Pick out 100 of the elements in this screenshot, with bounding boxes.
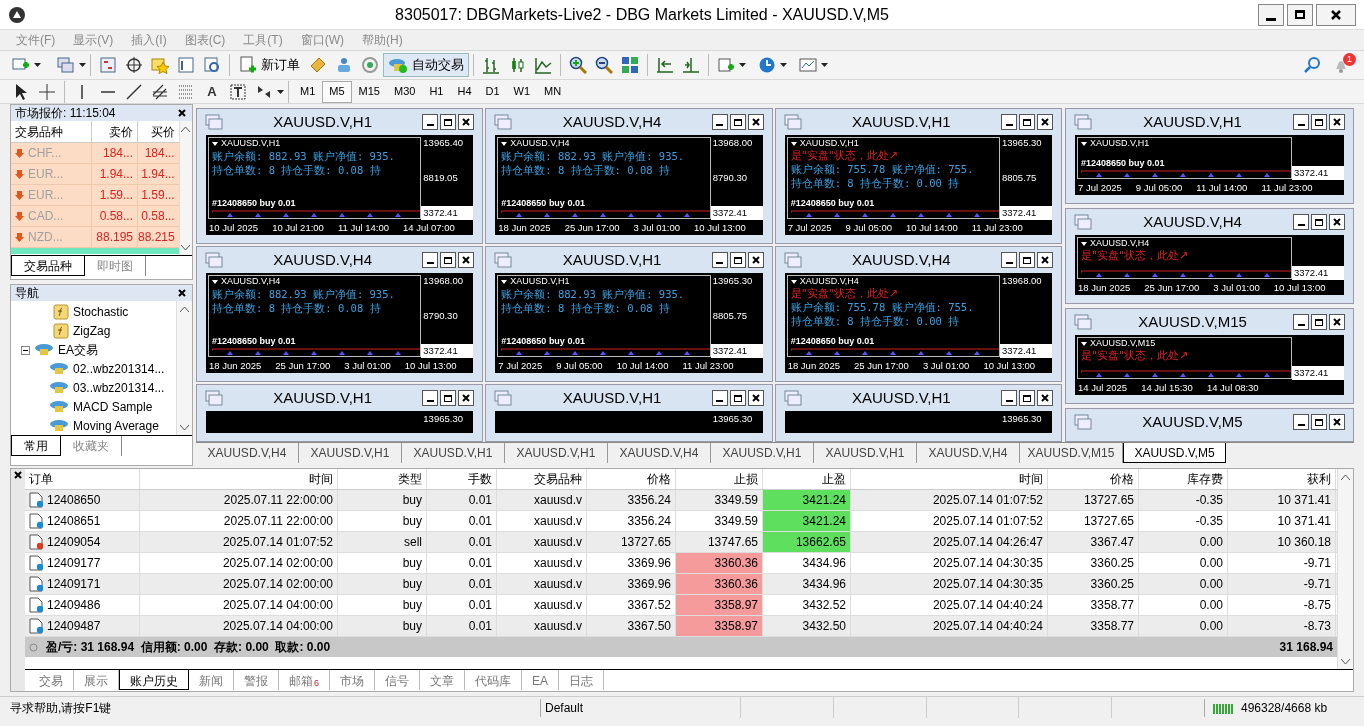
close-button[interactable] <box>1329 314 1345 330</box>
chart-tab[interactable]: XAUUSD.V,H1 <box>505 443 608 463</box>
chart-window[interactable]: XAUUSD.V,H4 XAUUSD.V,H4 是"实盘"状态，此处↗ 账户余额: 755.78 账户净值: 755. 持仓单数: 8 持仓手数: 0.00 持 #12408650 buy 0.01 13968.00 3372.41 18 Jun 2025 25 Jun 17:00 3 Jul 01:00 10 Jul 13:00 <box>774 246 1062 382</box>
order-row[interactable]: 12409054 2025.07.14 01:07:52 sell 0.01 xauusd.v 13727.65 13747.65 13662.65 2025.07.14 04:26:47 3367.47 0.00 10 360.18 <box>25 532 1337 553</box>
maximize-button[interactable] <box>1019 252 1035 268</box>
quote-row[interactable]: CAD... 0.58... 0.58... <box>11 206 179 227</box>
close-button[interactable] <box>747 114 764 130</box>
caret-icon[interactable] <box>821 63 828 67</box>
quote-row[interactable]: NZD... 88.195 88.215 <box>11 227 179 248</box>
chart-tab[interactable]: XAUUSD.V,H4 <box>917 443 1020 463</box>
column-header[interactable]: 手数 <box>427 469 497 489</box>
column-header[interactable]: 止盈 <box>763 469 851 489</box>
column-header[interactable]: 时间 <box>140 469 338 489</box>
chart-window[interactable]: XAUUSD.V,M15 XAUUSD.V,M15 是"实盘"状态，此处↗ 3372.41 14 Jul 2025 14 Jul 15:30 14 Jul 08:30 <box>1065 308 1354 404</box>
timeframe-button[interactable]: M1 <box>293 80 323 103</box>
minimize-button[interactable] <box>711 114 728 130</box>
panel-tab[interactable]: 收藏夹 <box>61 436 122 456</box>
order-row[interactable]: 12409486 2025.07.14 04:00:00 buy 0.01 xauusd.v 3367.52 3358.97 3432.52 2025.07.14 04:40:24 3358.77 0.00 -8.75 <box>25 595 1337 616</box>
terminal-tab[interactable]: 代码库 <box>465 670 522 690</box>
timeframe-button[interactable]: H1 <box>422 80 451 103</box>
caret-icon[interactable] <box>277 89 284 94</box>
maximize-button[interactable] <box>1311 114 1327 130</box>
quote-row[interactable]: CHF... 184... 184... <box>11 143 179 164</box>
toolbar-button[interactable]: 新订单 <box>234 53 305 77</box>
minimize-button[interactable] <box>1001 114 1017 130</box>
order-row[interactable]: 12408651 2025.07.11 22:00:00 buy 0.01 xauusd.v 3356.24 3349.59 3421.24 2025.07.14 01:07:52 13727.65 -0.35 10 371.41 <box>25 511 1337 532</box>
column-header[interactable]: 时间 <box>851 469 1048 489</box>
timeframe-button[interactable]: MN <box>537 80 569 103</box>
terminal-tab[interactable]: 信号 <box>375 670 420 690</box>
chart-tab[interactable]: XAUUSD.V,M5 <box>1123 443 1226 463</box>
chart-tab[interactable]: XAUUSD.V,H4 <box>608 443 711 463</box>
column-header[interactable]: 价格 <box>1048 469 1139 489</box>
terminal-tab[interactable]: 警报 <box>234 670 279 690</box>
maximize-button[interactable] <box>440 114 457 130</box>
chart-tab[interactable]: XAUUSD.V,H1 <box>711 443 814 463</box>
close-button[interactable] <box>1329 114 1345 130</box>
close-button[interactable] <box>1037 252 1053 268</box>
chart-window[interactable]: XAUUSD.V,H4 XAUUSD.V,H4 是"实盘"状态，此处↗ 3372.41 18 Jun 2025 25 Jun 17:00 3 Jul 01:00 10 Jul 13:00 <box>1065 208 1354 304</box>
chart-tab[interactable]: XAUUSD.V,H1 <box>299 443 402 463</box>
maximize-button[interactable] <box>729 390 746 406</box>
column-header[interactable]: 价格 <box>587 469 676 489</box>
tree-item[interactable]: Stochastic <box>11 303 176 322</box>
minimize-button[interactable] <box>422 252 439 268</box>
chart-window[interactable]: XAUUSD.V,H4 XAUUSD.V,H4 账户余额: 882.93 账户净值: 935. 持仓单数: 8 持仓手数: 0.08 持 #12408650 buy 0.01 13968.00 8790.30 3372.41 18 Jun 2025 25 Jun 17:00 3 Jul 01:00 10 Jul 13:00 <box>485 108 773 244</box>
close-button[interactable] <box>458 114 475 130</box>
maximize-button[interactable] <box>1311 414 1327 430</box>
maximize-button[interactable] <box>1311 214 1327 230</box>
column-header[interactable]: 库存费 <box>1139 469 1228 489</box>
toolbar-button[interactable]: 自动交易 <box>383 53 469 77</box>
close-button[interactable] <box>176 107 188 119</box>
timeframe-button[interactable]: M30 <box>386 80 423 103</box>
timeframe-button[interactable]: W1 <box>506 80 538 103</box>
close-button[interactable] <box>458 252 475 268</box>
terminal-tab[interactable]: 文章 <box>420 670 465 690</box>
column-header[interactable]: 交易品种 <box>497 469 587 489</box>
column-header[interactable]: 交易品种 <box>11 121 91 142</box>
quote-row[interactable]: EUR... 1.94... 1.94... <box>11 164 179 185</box>
order-row[interactable]: 12409177 2025.07.14 02:00:00 buy 0.01 xauusd.v 3369.96 3360.36 3434.96 2025.07.14 04:30:35 3360.25 0.00 -9.71 <box>25 553 1337 574</box>
caret-icon[interactable] <box>79 63 86 67</box>
timeframe-button[interactable]: H4 <box>450 80 479 103</box>
tree-item[interactable]: Moving Average <box>11 416 176 435</box>
close-button[interactable] <box>176 287 188 299</box>
chart-window[interactable]: XAUUSD.V,H1 13965.30 <box>485 384 773 442</box>
close-button[interactable] <box>1037 390 1053 406</box>
column-header[interactable]: 卖价 <box>91 121 137 142</box>
order-row[interactable]: 12409487 2025.07.14 04:00:00 buy 0.01 xauusd.v 3367.50 3358.97 3432.50 2025.07.14 04:40:24 3358.77 0.00 -8.73 <box>25 616 1337 637</box>
scrollbar[interactable] <box>176 301 192 435</box>
minimize-button[interactable] <box>711 390 728 406</box>
chart-window[interactable]: XAUUSD.V,H1 13965.30 <box>774 384 1062 442</box>
chart-window[interactable]: XAUUSD.V,M5 <box>1065 408 1354 442</box>
chart-window[interactable]: XAUUSD.V,H1 13965.30 <box>196 384 484 442</box>
column-header[interactable]: 获利 <box>1228 469 1336 489</box>
quote-row[interactable]: EUR... 1.59... 1.59... <box>11 185 179 206</box>
close-button[interactable] <box>1316 3 1356 26</box>
maximize-button[interactable] <box>729 252 746 268</box>
chart-window[interactable]: XAUUSD.V,H1 XAUUSD.V,H1 #12408650 buy 0.01 3372.41 7 Jul 2025 9 Jul 05:00 11 Jul 14:00 11 Jul 23:00 <box>1065 108 1354 204</box>
chart-tab[interactable]: XAUUSD.V,H4 <box>196 443 299 463</box>
close-button[interactable] <box>747 390 764 406</box>
maximize-button[interactable] <box>729 114 746 130</box>
chart-tab[interactable]: XAUUSD.V,H1 <box>814 443 917 463</box>
maximize-button[interactable] <box>1287 3 1313 26</box>
minimize-button[interactable] <box>1001 390 1017 406</box>
order-row[interactable]: 12409171 2025.07.14 02:00:00 buy 0.01 xauusd.v 3369.96 3360.36 3434.96 2025.07.14 04:30:35 3360.25 0.00 -9.71 <box>25 574 1337 595</box>
column-header[interactable]: 订单 <box>25 469 140 489</box>
close-button[interactable] <box>747 252 764 268</box>
panel-tab[interactable]: 即时图 <box>85 256 146 276</box>
maximize-button[interactable] <box>440 252 457 268</box>
tree-item[interactable]: 02..wbz201314... <box>11 359 176 379</box>
minimize-button[interactable] <box>711 252 728 268</box>
close-button[interactable] <box>12 469 24 481</box>
minimize-button[interactable] <box>1293 414 1309 430</box>
column-header[interactable]: 买价 <box>137 121 179 142</box>
chart-tab[interactable]: XAUUSD.V,H1 <box>402 443 505 463</box>
terminal-tab[interactable]: 新闻 <box>189 670 234 690</box>
order-row[interactable]: 12408650 2025.07.11 22:00:00 buy 0.01 xauusd.v 3356.24 3349.59 3421.24 2025.07.14 01:07:52 13727.65 -0.35 10 371.41 <box>25 490 1337 511</box>
minimize-button[interactable] <box>1293 214 1309 230</box>
terminal-tab[interactable]: 交易 <box>29 670 74 690</box>
minimize-button[interactable] <box>422 114 439 130</box>
close-button[interactable] <box>1329 414 1345 430</box>
close-button[interactable] <box>1037 114 1053 130</box>
